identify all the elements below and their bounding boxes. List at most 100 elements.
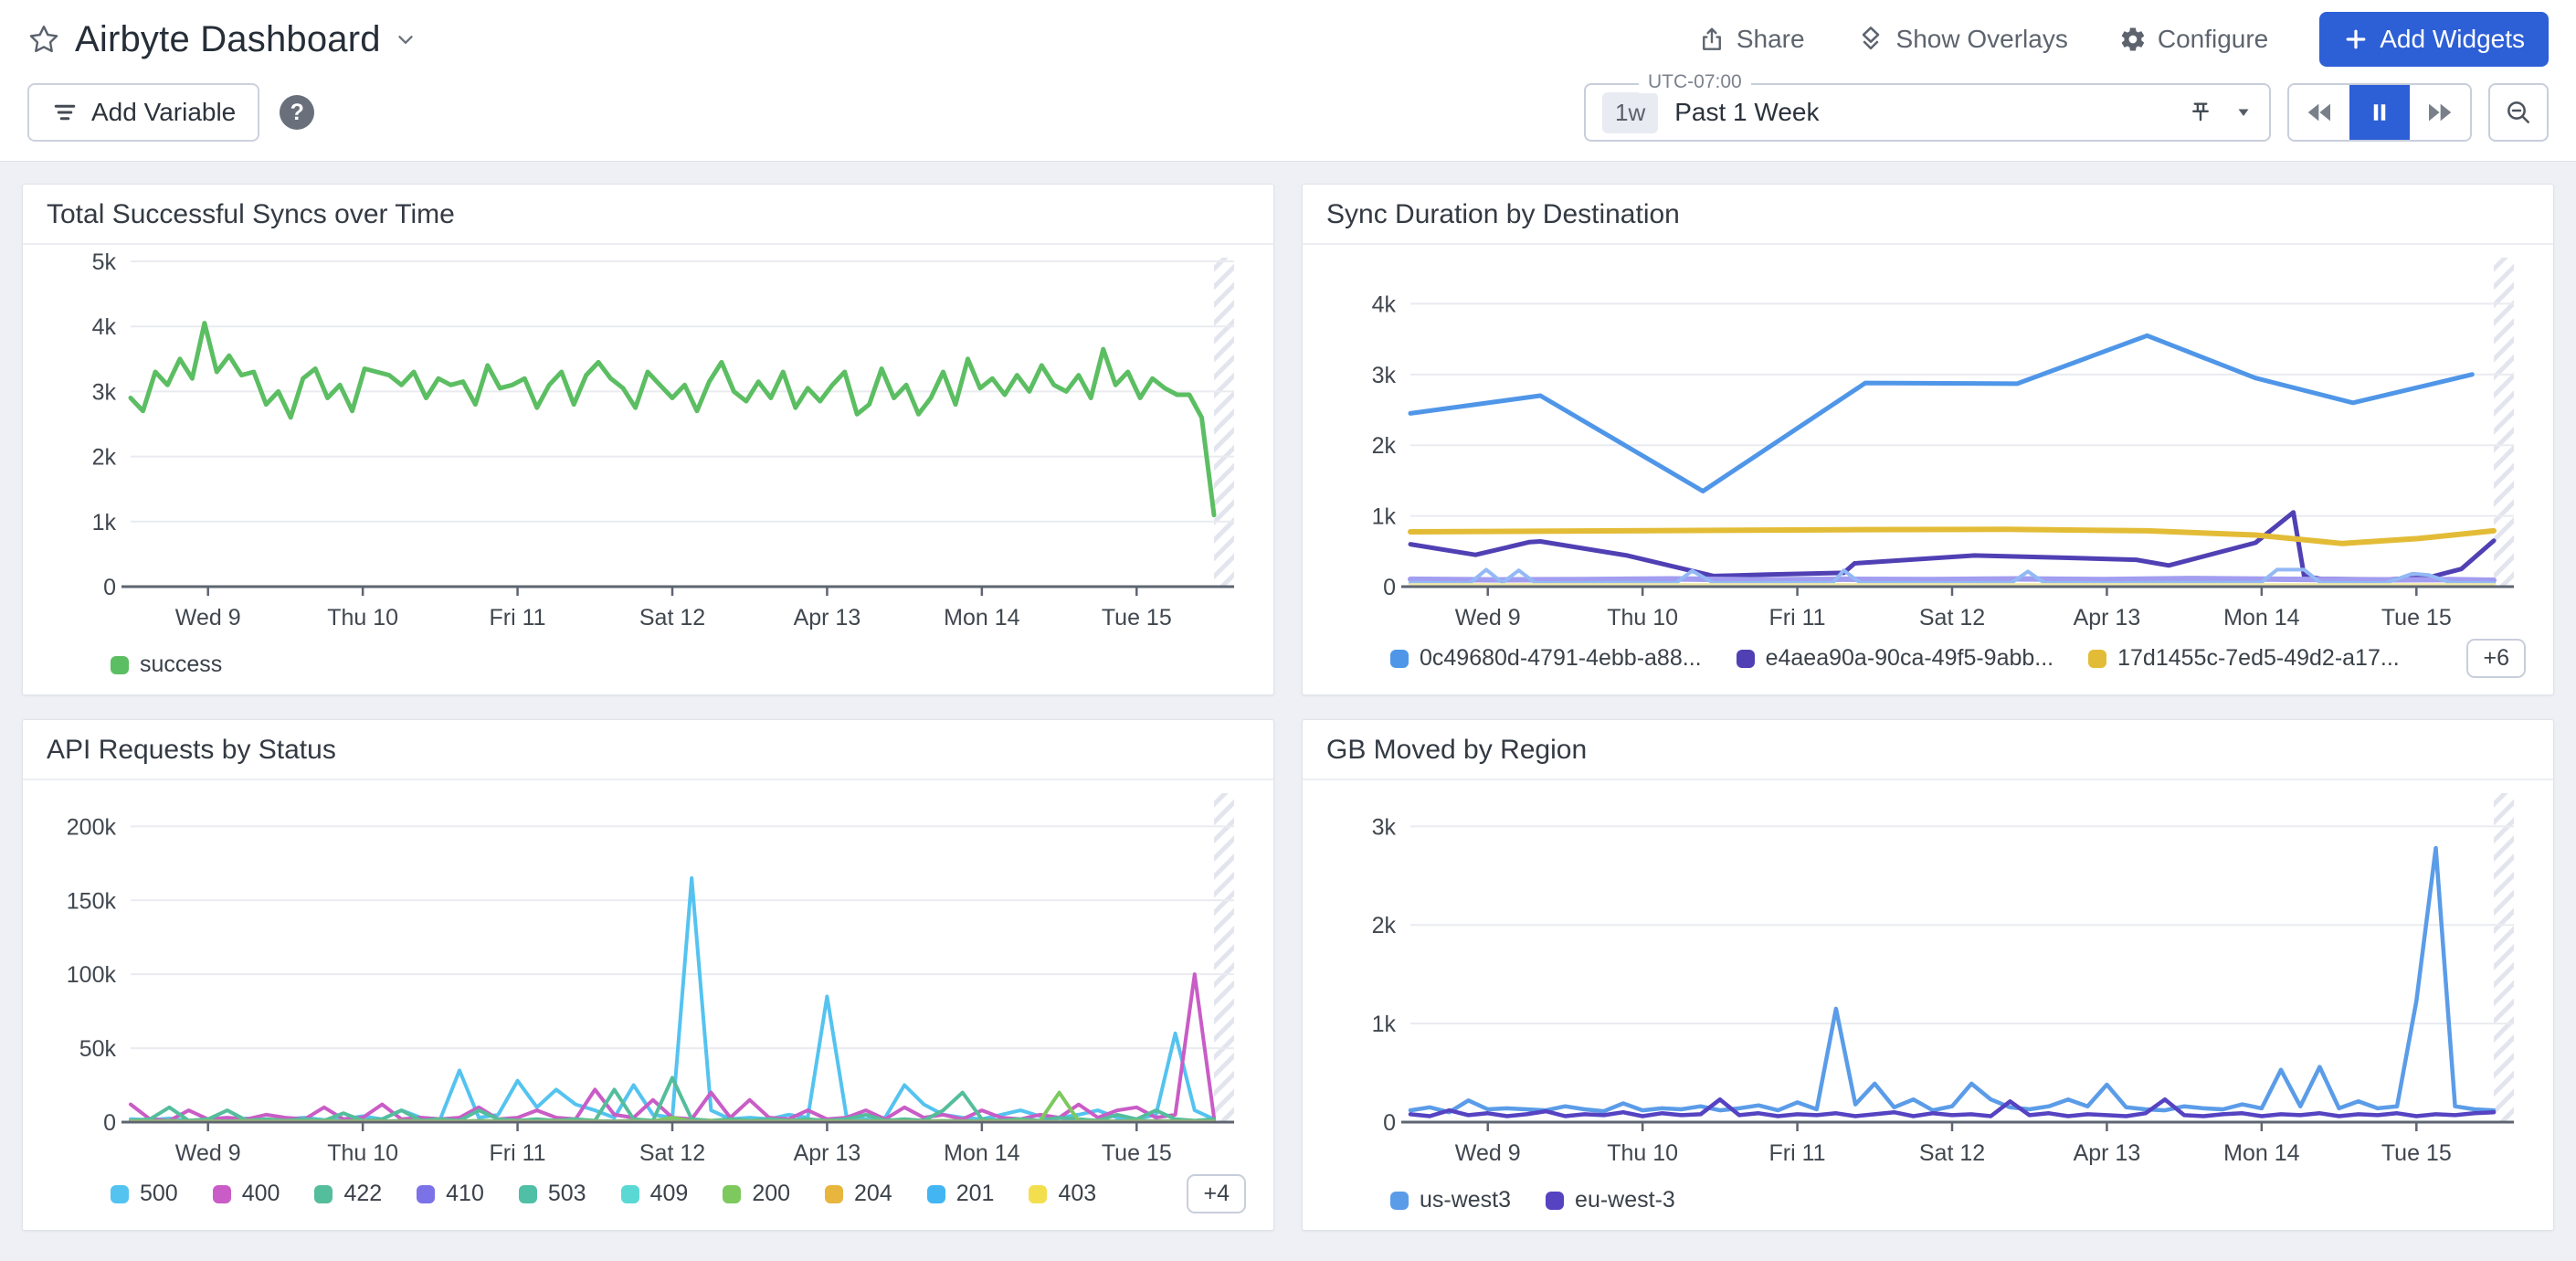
legend-item[interactable]: 500 xyxy=(111,1181,178,1207)
svg-text:Apr 13: Apr 13 xyxy=(2074,605,2141,630)
legend-item[interactable]: e4aea90a-90ca-49f5-9abb... xyxy=(1737,645,2054,672)
svg-text:Fri 11: Fri 11 xyxy=(1769,1140,1826,1166)
svg-text:Mon 14: Mon 14 xyxy=(2223,605,2299,630)
legend-label: eu-west-3 xyxy=(1575,1187,1675,1213)
legend-item[interactable]: 0c49680d-4791-4ebb-a88... xyxy=(1390,645,1702,672)
svg-text:0: 0 xyxy=(103,1110,116,1136)
widget-title[interactable]: Total Successful Syncs over Time xyxy=(23,185,1273,245)
page-title: Airbyte Dashboard xyxy=(75,19,381,60)
svg-text:Tue 15: Tue 15 xyxy=(1102,605,1172,630)
legend-label: 422 xyxy=(343,1181,382,1207)
legend-color-chip xyxy=(111,656,129,674)
chart-legend: 500 400 422 410 503 409 200 204 201 403 +4 xyxy=(23,1172,1273,1230)
help-button[interactable]: ? xyxy=(280,95,314,130)
legend-label: success xyxy=(140,652,222,678)
add-variable-button[interactable]: Add Variable xyxy=(27,83,259,142)
legend-color-chip xyxy=(213,1185,231,1203)
legend-item[interactable]: 400 xyxy=(213,1181,280,1207)
title-dropdown-button[interactable] xyxy=(394,27,417,51)
legend-label: 17d1455c-7ed5-49d2-a17... xyxy=(2117,645,2400,672)
widget-title[interactable]: GB Moved by Region xyxy=(1303,720,2553,780)
legend-color-chip xyxy=(723,1185,741,1203)
legend-more-badge[interactable]: +6 xyxy=(2466,639,2526,678)
share-icon xyxy=(1698,26,1726,53)
time-range-badge: 1w xyxy=(1602,92,1658,133)
svg-text:5k: 5k xyxy=(92,250,117,275)
fast-forward-button[interactable] xyxy=(2410,85,2470,140)
legend-color-chip xyxy=(417,1185,435,1203)
widget-title[interactable]: Sync Duration by Destination xyxy=(1303,185,2553,245)
svg-text:Sat 12: Sat 12 xyxy=(639,605,705,630)
show-overlays-button[interactable]: Show Overlays xyxy=(1856,25,2068,54)
svg-text:Sat 12: Sat 12 xyxy=(1919,1140,1985,1166)
share-button[interactable]: Share xyxy=(1698,25,1805,54)
svg-text:0: 0 xyxy=(1383,1110,1396,1136)
legend-label: 409 xyxy=(650,1181,689,1207)
legend-item[interactable]: 422 xyxy=(314,1181,382,1207)
legend-item[interactable]: success xyxy=(111,652,222,678)
line-chart-gb-moved[interactable]: 01k2k3kWed 9Thu 10Fri 11Sat 12Apr 13Mon … xyxy=(1303,780,2553,1185)
svg-text:Apr 13: Apr 13 xyxy=(794,605,861,630)
svg-text:200k: 200k xyxy=(67,814,117,840)
svg-text:1k: 1k xyxy=(1372,1012,1397,1037)
zoom-out-button[interactable] xyxy=(2488,83,2549,142)
svg-text:Wed 9: Wed 9 xyxy=(175,1140,241,1166)
svg-text:Mon 14: Mon 14 xyxy=(944,605,1019,630)
legend-item[interactable]: 410 xyxy=(417,1181,484,1207)
legend-label: 403 xyxy=(1058,1181,1096,1207)
line-chart-sync-duration[interactable]: 01k2k3k4kWed 9Thu 10Fri 11Sat 12Apr 13Mo… xyxy=(1303,245,2553,637)
legend-item[interactable]: 201 xyxy=(927,1181,995,1207)
pin-icon[interactable] xyxy=(2187,99,2214,126)
pause-button[interactable] xyxy=(2349,85,2410,140)
time-range-label: Past 1 Week xyxy=(1674,98,1819,127)
legend-label: 410 xyxy=(446,1181,484,1207)
svg-text:Sat 12: Sat 12 xyxy=(1919,605,1985,630)
legend-color-chip xyxy=(111,1185,129,1203)
time-controls: UTC-07:00 1w Past 1 Week xyxy=(1584,83,2549,142)
caret-down-icon[interactable] xyxy=(2234,103,2253,122)
legend-item[interactable]: 200 xyxy=(723,1181,790,1207)
legend-color-chip xyxy=(314,1185,333,1203)
rewind-button[interactable] xyxy=(2289,85,2349,140)
legend-item[interactable]: 17d1455c-7ed5-49d2-a17... xyxy=(2088,645,2400,672)
time-picker-icons xyxy=(2187,99,2253,126)
configure-label: Configure xyxy=(2158,25,2268,54)
svg-text:150k: 150k xyxy=(67,888,117,914)
svg-text:Tue 15: Tue 15 xyxy=(1102,1140,1172,1166)
legend-item[interactable]: 409 xyxy=(621,1181,689,1207)
svg-text:Fri 11: Fri 11 xyxy=(490,1140,546,1166)
favorite-star-button[interactable] xyxy=(27,23,60,56)
legend-color-chip xyxy=(519,1185,537,1203)
svg-text:3k: 3k xyxy=(92,379,117,405)
svg-text:Wed 9: Wed 9 xyxy=(175,605,241,630)
svg-text:4k: 4k xyxy=(1372,291,1397,317)
time-range-picker[interactable]: UTC-07:00 1w Past 1 Week xyxy=(1584,83,2271,142)
svg-text:Mon 14: Mon 14 xyxy=(944,1140,1019,1166)
svg-text:3k: 3k xyxy=(1372,363,1397,388)
widget-title[interactable]: API Requests by Status xyxy=(23,720,1273,780)
legend-color-chip xyxy=(825,1185,843,1203)
legend-more-badge[interactable]: +4 xyxy=(1187,1174,1246,1213)
add-variable-label: Add Variable xyxy=(91,98,236,127)
legend-color-chip xyxy=(1737,650,1755,668)
legend-item[interactable]: eu-west-3 xyxy=(1546,1187,1675,1213)
dashboard-header: Airbyte Dashboard Share xyxy=(0,0,2576,162)
legend-item[interactable]: us-west3 xyxy=(1390,1187,1511,1213)
configure-button[interactable]: Configure xyxy=(2119,25,2268,54)
legend-label: us-west3 xyxy=(1420,1187,1511,1213)
add-widgets-button[interactable]: Add Widgets xyxy=(2319,12,2549,67)
legend-item[interactable]: 403 xyxy=(1029,1181,1096,1207)
svg-text:Wed 9: Wed 9 xyxy=(1455,605,1521,630)
widget-grid: Total Successful Syncs over Time 01k2k3k… xyxy=(0,162,2576,1253)
line-chart-api-requests[interactable]: 050k100k150k200kWed 9Thu 10Fri 11Sat 12A… xyxy=(23,780,1273,1172)
widget-sync-duration-by-destination: Sync Duration by Destination 01k2k3k4kWe… xyxy=(1302,184,2554,695)
svg-text:50k: 50k xyxy=(79,1036,117,1062)
chart-legend: success xyxy=(23,650,1273,694)
legend-label: e4aea90a-90ca-49f5-9abb... xyxy=(1766,645,2054,672)
legend-item[interactable]: 204 xyxy=(825,1181,892,1207)
legend-label: 400 xyxy=(242,1181,280,1207)
legend-item[interactable]: 503 xyxy=(519,1181,586,1207)
legend-color-chip xyxy=(1029,1185,1047,1203)
line-chart-total-successful-syncs[interactable]: 01k2k3k4k5kWed 9Thu 10Fri 11Sat 12Apr 13… xyxy=(23,245,1273,650)
filter-icon xyxy=(51,99,79,126)
